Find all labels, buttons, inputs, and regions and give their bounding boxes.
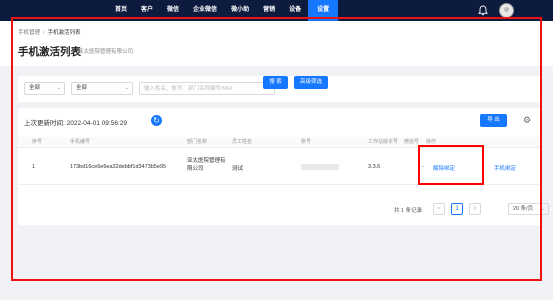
col-header-version: 工作站版本号 (368, 139, 399, 145)
chevron-down-icon: ⌄ (124, 85, 129, 91)
col-header-phone-id: 手机编号 (70, 139, 91, 145)
nav-wechat[interactable]: 微信 (160, 0, 186, 21)
col-header-department: 部门名称 (187, 139, 208, 145)
refresh-icon[interactable]: ↻ (151, 115, 162, 126)
breadcrumb: 手机管理 / 手机激活列表 (18, 28, 81, 36)
row-phone-id: 173bd16ce6e6ea32debbf1d3473b5e95 (70, 164, 167, 170)
gear-icon[interactable]: ⚙ (522, 115, 532, 125)
export-button[interactable]: 导 出 (480, 114, 507, 127)
breadcrumb-parent[interactable]: 手机管理 (18, 30, 40, 36)
page-1-button[interactable]: 1 (451, 203, 463, 215)
nav-device[interactable]: 设备 (282, 0, 308, 21)
last-update-time: 上次更新时间: 2022-04-01 09:56:29 (24, 120, 127, 127)
bell-icon[interactable] (478, 5, 488, 16)
row-account-redacted (301, 164, 339, 170)
page-header: 手机管理 / 手机激活列表 手机激活列表 亚太医院管理有限公司 (0, 21, 553, 66)
filter-select-1-value: 全部 (29, 85, 41, 91)
nav-assistant[interactable]: 微小助 (224, 0, 256, 21)
row-index: 1 (32, 164, 36, 170)
filter-select-2-value: 全部 (76, 85, 88, 91)
filter-select-1[interactable]: 全部 ⌄ (24, 82, 65, 95)
nav-wecom[interactable]: 企业微信 (186, 0, 224, 21)
nav-customer[interactable]: 客户 (134, 0, 160, 21)
company-name: 亚太医院管理有限公司 (78, 49, 134, 55)
col-header-index: 序号 (32, 139, 43, 145)
search-button[interactable]: 搜 索 (263, 76, 288, 89)
next-page-button[interactable]: > (469, 203, 481, 215)
main-nav: 首页 客户 微信 企业微信 微小助 营销 设备 设置 (108, 0, 339, 21)
page-size-value: 20 条/页 (513, 206, 534, 212)
col-header-account: 账号 (301, 139, 312, 145)
pagination-total: 共 1 条记录 (394, 208, 423, 214)
advanced-filter-button[interactable]: 高级筛选 (294, 76, 328, 89)
bind-phone-link[interactable]: 手机绑定 (494, 164, 516, 172)
avatar[interactable] (499, 3, 514, 18)
col-header-employee: 员工姓名 (232, 139, 253, 145)
filter-select-2[interactable]: 全部 ⌄ (71, 82, 133, 95)
nav-marketing[interactable]: 营销 (256, 0, 282, 21)
row-department: 亚太医院管理有限公司 (187, 158, 226, 172)
unbind-highlight-box (418, 145, 484, 185)
row-employee: 测试 (232, 166, 244, 172)
page-title: 手机激活列表 (18, 46, 81, 58)
prev-page-button[interactable]: < (433, 203, 445, 215)
nav-home[interactable]: 首页 (108, 0, 134, 21)
search-input[interactable] (139, 82, 275, 95)
top-nav-bar: 首页 客户 微信 企业微信 微小助 营销 设备 设置 (0, 0, 553, 21)
breadcrumb-separator: / (43, 30, 45, 36)
filter-bar: 全部 ⌄ 全部 ⌄ 搜 索 高级筛选 (18, 76, 541, 102)
breadcrumb-current: 手机激活列表 (47, 30, 81, 36)
chevron-down-icon: ⌄ (56, 85, 61, 91)
row-version: 3.3.6 (368, 164, 381, 170)
col-header-wechat: 微信号 (404, 139, 420, 145)
chevron-down-icon: ⌄ (540, 206, 545, 212)
page-size-select[interactable]: 20 条/页 ⌄ (508, 203, 549, 215)
nav-settings[interactable]: 设置 (308, 0, 339, 21)
